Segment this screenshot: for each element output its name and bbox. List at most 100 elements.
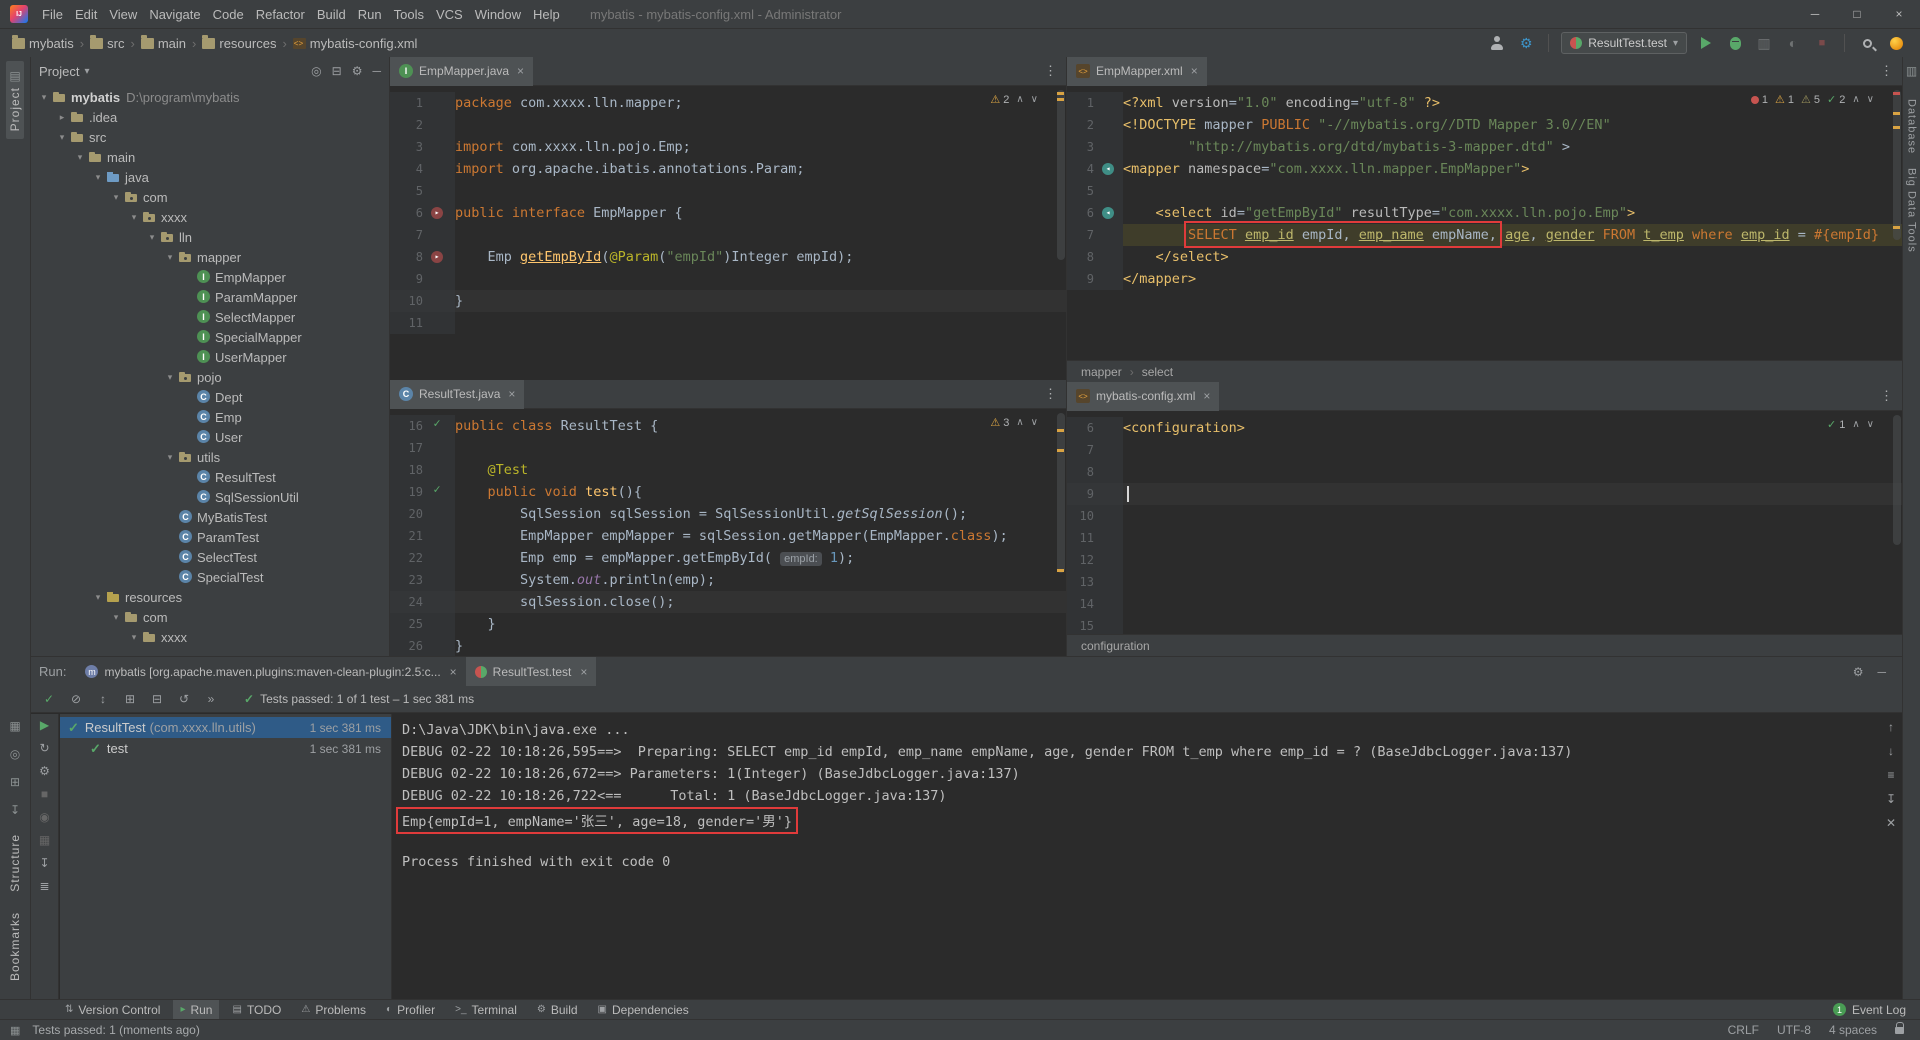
empmapper-java-editor[interactable]: ⚠2∧∨ 1package com.xxxx.lln.mapper;23impo…	[390, 86, 1066, 380]
search-everywhere-icon[interactable]	[1857, 33, 1877, 53]
code-line-9[interactable]: 9	[1067, 483, 1902, 505]
tree-item-SpecialTest[interactable]: SpecialTest	[31, 567, 389, 587]
menu-tools[interactable]: Tools	[388, 7, 430, 22]
menu-edit[interactable]: Edit	[69, 7, 103, 22]
settings-icon[interactable]: ⚙	[1853, 665, 1864, 679]
code-line-6[interactable]: 6<configuration>	[1067, 417, 1902, 439]
close-tab-icon[interactable]: ×	[517, 64, 524, 78]
scrollbar[interactable]	[1057, 413, 1065, 573]
close-tab-icon[interactable]: ×	[580, 665, 587, 679]
breadcrumb-configuration[interactable]: configuration	[1081, 639, 1150, 653]
run-tab-maven[interactable]: mmybatis [org.apache.maven.plugins:maven…	[76, 657, 465, 686]
soft-wrap-icon[interactable]: ≡	[1887, 768, 1894, 782]
code-line-6[interactable]: 6▸public interface EmpMapper {	[390, 202, 1066, 224]
status-widget-utf-8[interactable]: UTF-8	[1777, 1023, 1811, 1037]
tree-item-com[interactable]: ▾com	[31, 607, 389, 627]
menu-view[interactable]: View	[103, 7, 143, 22]
mybatis-xml-icon[interactable]: ◂	[1102, 163, 1114, 175]
more-icon[interactable]: ⋮	[1880, 388, 1893, 404]
tree-item-UserMapper[interactable]: UserMapper	[31, 347, 389, 367]
stripe-icon[interactable]: ◎	[10, 747, 20, 761]
breadcrumb-resources[interactable]: resources	[202, 36, 276, 51]
tree-item-ResultTest[interactable]: ResultTest	[31, 467, 389, 487]
panel-settings-icon[interactable]: ⚙	[352, 64, 363, 78]
tree-item-Dept[interactable]: Dept	[31, 387, 389, 407]
hide-panel-icon[interactable]: ─	[372, 64, 381, 78]
toolwindow-button-todo[interactable]: ▤TODO	[225, 1000, 288, 1020]
tab-mybatis-config[interactable]: <> mybatis-config.xml ×	[1067, 382, 1219, 411]
mybatis-java-icon[interactable]: ▸	[431, 207, 443, 219]
toolwindow-button-build[interactable]: ⚙Build	[530, 1000, 585, 1020]
run-button[interactable]	[1696, 33, 1716, 53]
scroll-to-end-icon[interactable]: ↧	[39, 856, 49, 870]
test-tree-item-ResultTest[interactable]: ✓ResultTest(com.xxxx.lln.utils)1 sec 381…	[60, 717, 391, 738]
code-line-21[interactable]: 21 EmpMapper empMapper = sqlSession.getM…	[390, 525, 1066, 547]
code-line-8[interactable]: 8 </select>	[1067, 246, 1902, 268]
code-line-4[interactable]: 4◂<mapper namespace="com.xxxx.lln.mapper…	[1067, 158, 1902, 180]
more-icon[interactable]: ⋮	[1044, 386, 1057, 402]
tree-item-MyBatisTest[interactable]: MyBatisTest	[31, 507, 389, 527]
code-line-3[interactable]: 3import com.xxxx.lln.pojo.Emp;	[390, 136, 1066, 158]
menu-help[interactable]: Help	[527, 7, 566, 22]
code-line-11[interactable]: 11	[390, 312, 1066, 334]
maximize-button[interactable]: □	[1836, 0, 1878, 28]
code-line-1[interactable]: 1package com.xxxx.lln.mapper;	[390, 92, 1066, 114]
sort-alphabetically-icon[interactable]: ↕	[95, 692, 111, 706]
tree-item-lln[interactable]: ▾lln	[31, 227, 389, 247]
expand-all-icon[interactable]: ⊞	[122, 692, 138, 706]
code-line-8[interactable]: 8▸ Emp getEmpById(@Param("empId")Integer…	[390, 246, 1066, 268]
code-line-8[interactable]: 8	[1067, 461, 1902, 483]
breadcrumb-mapper[interactable]: mapper	[1081, 365, 1122, 379]
resulttest-java-editor[interactable]: ⚠3∧∨ 16✓public class ResultTest {1718 @T…	[390, 409, 1066, 656]
coverage-icon[interactable]: ▦	[39, 833, 50, 847]
rerun-failed-button[interactable]: ↻	[39, 741, 49, 755]
code-line-2[interactable]: 2<!DOCTYPE mapper PUBLIC "-//mybatis.org…	[1067, 114, 1902, 136]
code-line-4[interactable]: 4import org.apache.ibatis.annotations.Pa…	[390, 158, 1066, 180]
tree-item-User[interactable]: User	[31, 427, 389, 447]
next-issue-icon[interactable]: ∨	[1031, 412, 1038, 434]
scroll-to-top-icon[interactable]: ↑	[1888, 720, 1894, 734]
prev-issue-icon[interactable]: ∧	[1852, 89, 1859, 111]
code-line-11[interactable]: 11	[1067, 527, 1902, 549]
notifications-icon[interactable]: ▥	[1906, 64, 1917, 78]
tab-resulttest-java[interactable]: C ResultTest.java ×	[390, 380, 524, 409]
tree-item-pojo[interactable]: ▾pojo	[31, 367, 389, 387]
tree-item-mapper[interactable]: ▾mapper	[31, 247, 389, 267]
hide-panel-icon[interactable]: ─	[1877, 665, 1886, 679]
tab-empmapper-java[interactable]: I EmpMapper.java ×	[390, 57, 533, 86]
event-log-button[interactable]: 1Event Log	[1833, 1003, 1920, 1017]
tree-item-xxxx[interactable]: ▾xxxx	[31, 627, 389, 647]
xml-breadcrumb[interactable]: mapper›select	[1067, 360, 1902, 382]
code-with-me-icon[interactable]	[1886, 33, 1906, 53]
code-line-26[interactable]: 26}	[390, 635, 1066, 656]
close-tab-icon[interactable]: ×	[450, 665, 457, 679]
scrollbar[interactable]	[1057, 90, 1065, 260]
more-actions-icon[interactable]: »	[203, 692, 219, 706]
scrollbar[interactable]	[1893, 415, 1901, 545]
breadcrumb-main[interactable]: main	[141, 36, 186, 51]
mybatis-xml-icon[interactable]: ◂	[1102, 207, 1114, 219]
test-pass-icon[interactable]: ✓	[431, 417, 443, 429]
tree-item-EmpMapper[interactable]: EmpMapper	[31, 267, 389, 287]
code-line-10[interactable]: 10}	[390, 290, 1066, 312]
more-icon[interactable]: ⋮	[1880, 63, 1893, 79]
test-tree-item-test[interactable]: ✓test1 sec 381 ms	[60, 738, 391, 759]
test-history-icon[interactable]: ↺	[176, 692, 192, 706]
code-line-24[interactable]: 24 sqlSession.close();	[390, 591, 1066, 613]
code-line-25[interactable]: 25 }	[390, 613, 1066, 635]
close-tab-icon[interactable]: ×	[1203, 389, 1210, 403]
test-settings-icon[interactable]: ⚙	[39, 764, 50, 778]
toolwindow-button-profiler[interactable]: ◐Profiler	[379, 1000, 442, 1020]
clear-console-icon[interactable]: ✕	[1886, 816, 1896, 830]
menu-code[interactable]: Code	[207, 7, 250, 22]
code-line-12[interactable]: 12	[1067, 549, 1902, 571]
tree-item-SelectMapper[interactable]: SelectMapper	[31, 307, 389, 327]
console[interactable]: D:\Java\JDK\bin\java.exe ...DEBUG 02-22 …	[391, 714, 1880, 999]
tree-item-ParamTest[interactable]: ParamTest	[31, 527, 389, 547]
code-line-14[interactable]: 14	[1067, 593, 1902, 615]
snapshot-icon[interactable]: ◉	[39, 810, 49, 824]
sidebar-item-big-data-tools[interactable]: Big Data Tools	[1906, 168, 1918, 253]
code-line-20[interactable]: 20 SqlSession sqlSession = SqlSessionUti…	[390, 503, 1066, 525]
code-line-23[interactable]: 23 System.out.println(emp);	[390, 569, 1066, 591]
locate-file-icon[interactable]: ◎	[311, 64, 321, 78]
